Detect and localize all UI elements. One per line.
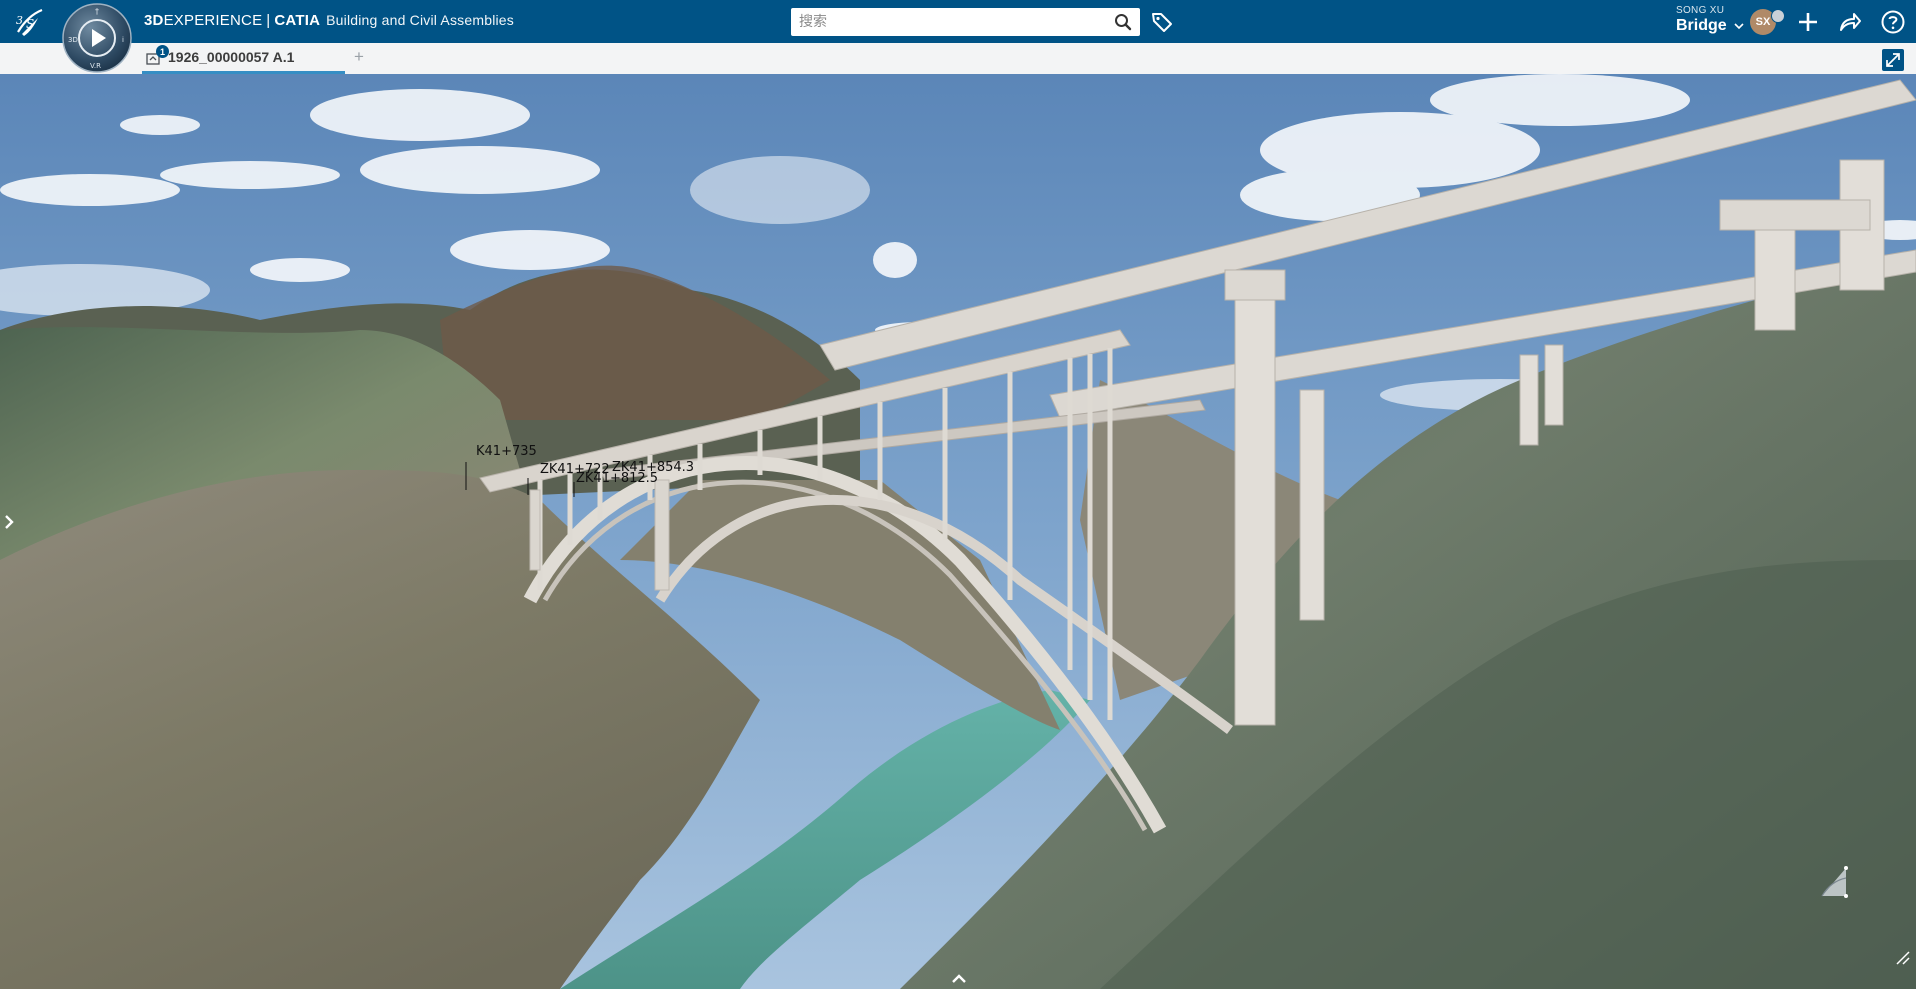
compass-icon[interactable]: 3D V.R † i (60, 2, 134, 74)
app-name: Building and Civil Assemblies (326, 12, 514, 28)
plus-icon[interactable] (1795, 9, 1821, 35)
collaborative-space-label: Bridge (1676, 17, 1727, 34)
help-icon[interactable] (1880, 9, 1906, 35)
pier (1519, 354, 1539, 446)
bridge-scene[interactable] (0, 74, 1916, 989)
view-orientation-icon[interactable] (1816, 858, 1852, 902)
search-icon[interactable] (1114, 13, 1132, 31)
brand-catia: CATIA (274, 12, 321, 29)
fullscreen-button[interactable] (1882, 49, 1904, 71)
svg-text:i: i (122, 36, 124, 44)
share-icon[interactable] (1837, 9, 1863, 35)
avatar-initials: SX (1755, 16, 1771, 28)
pier (1234, 284, 1276, 726)
station-label[interactable]: ZK41+812.5 (576, 471, 658, 486)
user-block[interactable]: SONG XU Bridge (1676, 5, 1744, 35)
search-box (791, 8, 1140, 36)
pier-cap (1719, 199, 1871, 231)
top-bar: S 3 3DEXPERIENCE | CATIA Building and Civil… (0, 0, 1916, 43)
brand-experience: EXPERIENCE (163, 12, 263, 29)
3d-viewport[interactable]: K41+735 ZK41+722 ZK41+854.3 ZK41+812.5 (0, 74, 1916, 989)
add-tab-button[interactable]: + (354, 47, 364, 67)
fullscreen-icon (1886, 53, 1900, 67)
pier (1224, 269, 1286, 301)
svg-text:†: † (95, 7, 99, 16)
status-dot-icon (1771, 9, 1785, 23)
abutment-pier (654, 479, 670, 591)
brand-separator: | (266, 12, 271, 29)
pier (1544, 344, 1564, 426)
resize-grip-icon[interactable] (1895, 950, 1911, 966)
chevron-down-icon (1734, 23, 1744, 29)
tab-document[interactable]: 1 1926_00000057 A.1 (142, 43, 345, 74)
chevron-up-icon[interactable] (950, 972, 968, 984)
brand-3d: 3D (144, 12, 164, 29)
ds-logo-icon[interactable]: S 3 (10, 4, 50, 40)
svg-text:S: S (26, 17, 34, 31)
abutment-pier (529, 489, 541, 571)
station-label[interactable]: K41+735 (476, 444, 537, 459)
search-input[interactable] (791, 8, 1117, 36)
user-name: SONG XU (1676, 5, 1725, 16)
tab-bar: 1 1926_00000057 A.1 + (0, 43, 1916, 75)
tab-label: 1926_00000057 A.1 (168, 49, 295, 65)
collaborative-space-selector[interactable]: Bridge (1676, 17, 1744, 35)
pier (1299, 389, 1325, 621)
svg-text:3D: 3D (68, 36, 78, 44)
svg-text:3: 3 (16, 14, 23, 27)
app-title: 3DEXPERIENCE | CATIA Building and Civil Ass… (144, 12, 514, 29)
chevron-right-icon[interactable] (2, 510, 16, 534)
svg-text:V.R: V.R (90, 62, 101, 70)
tag-icon[interactable] (1150, 10, 1174, 34)
